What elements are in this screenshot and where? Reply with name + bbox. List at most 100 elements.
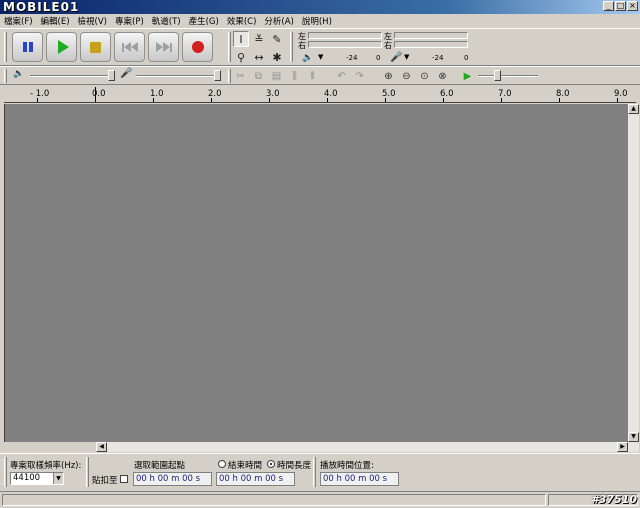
- pause-button[interactable]: [12, 32, 43, 62]
- zoom-out-icon[interactable]: ⊖: [398, 68, 415, 84]
- selection-end-time[interactable]: 00 h 00 m 00 s: [216, 472, 295, 486]
- scroll-up-button[interactable]: ▲: [628, 104, 639, 114]
- minimize-button[interactable]: _: [603, 1, 614, 11]
- menu-generate[interactable]: 產生(G): [189, 15, 219, 27]
- menu-effect[interactable]: 效果(C): [227, 15, 257, 27]
- timeline-ruler[interactable]: - 1.0 0.0 1.0 2.0 3.0 4.0 5.0 6.0 7.0 8.…: [4, 87, 636, 103]
- scroll-left-button[interactable]: ◀: [96, 442, 107, 452]
- menu-track[interactable]: 軌道(T): [152, 15, 181, 27]
- timeshift-tool-icon[interactable]: ↔: [251, 49, 267, 65]
- microphone-icon[interactable]: 🎤: [390, 52, 402, 63]
- meter-right-label: 右: [384, 41, 392, 50]
- stop-button[interactable]: [80, 32, 111, 62]
- menu-help[interactable]: 說明(H): [302, 15, 332, 27]
- horizontal-scrollbar[interactable]: ◀ ▶: [96, 442, 639, 452]
- playback-meter-right: [308, 41, 382, 48]
- menu-analyze[interactable]: 分析(A): [264, 15, 293, 27]
- playhead-marker: [95, 87, 96, 102]
- close-button[interactable]: ×: [627, 1, 638, 11]
- project-rate-select[interactable]: 44100 ▼: [10, 472, 64, 485]
- transport-toolbar: [12, 32, 213, 62]
- toolbar-grip[interactable]: [4, 69, 7, 83]
- play-button[interactable]: [46, 32, 77, 62]
- meter-right-label: 右: [298, 41, 306, 50]
- maximize-button[interactable]: □: [615, 1, 626, 11]
- watermark-id: #37510: [591, 493, 637, 506]
- skip-end-button[interactable]: [148, 32, 179, 62]
- toolbar-row-main: I ≚ ✎ ⚲ ↔ ✱ 左 右 左 右 🔈 ▼ -24 0 🎤 ▼ -24 0: [0, 28, 640, 66]
- snap-to-label: 貼扣至: [92, 476, 118, 486]
- zoom-tool-icon[interactable]: ⚲: [233, 49, 249, 65]
- play-position-time[interactable]: 00 h 00 m 00 s: [320, 472, 399, 486]
- scroll-down-button[interactable]: ▼: [628, 432, 639, 442]
- snap-to-checkbox[interactable]: [120, 475, 128, 483]
- toolbar-grip[interactable]: [228, 69, 231, 83]
- fit-project-icon[interactable]: ⊗: [434, 68, 451, 84]
- skip-end-icon: [155, 42, 172, 52]
- project-rate-label: 專案取樣頻率(Hz):: [10, 461, 82, 471]
- redo-icon[interactable]: ↷: [351, 68, 368, 84]
- play-at-speed-icon[interactable]: ▶: [459, 68, 476, 84]
- undo-icon[interactable]: ↶: [333, 68, 350, 84]
- toolbar-row-secondary: 🔈 🎤 ✂ ⧉ ▤ ⫼ ⫴ ↶ ↷ ⊕ ⊖ ⊙ ⊗ ▶: [0, 66, 640, 85]
- paste-icon[interactable]: ▤: [268, 68, 285, 84]
- menu-edit[interactable]: 編輯(E): [41, 15, 70, 27]
- zoom-in-icon[interactable]: ⊕: [380, 68, 397, 84]
- length-radio[interactable]: [267, 460, 275, 468]
- meter-scale-label: 0: [376, 54, 381, 62]
- draw-tool-icon[interactable]: ✎: [269, 31, 285, 47]
- meter-scale-label: -24: [432, 54, 444, 62]
- skip-start-icon: [121, 42, 138, 52]
- record-meter-right: [394, 41, 468, 48]
- record-button[interactable]: [182, 32, 213, 62]
- multi-tool-icon[interactable]: ✱: [269, 49, 285, 65]
- toolbar-grip[interactable]: [290, 32, 293, 62]
- record-volume-slider[interactable]: [136, 67, 222, 83]
- meter-toolbar: 左 右 左 右 🔈 ▼ -24 0 🎤 ▼ -24 0: [294, 31, 472, 65]
- menu-view[interactable]: 檢視(V): [78, 15, 107, 27]
- toolbar-grip[interactable]: [4, 457, 7, 487]
- selection-toolbar: 專案取樣頻率(Hz): 44100 ▼ 貼扣至 選取範圍起點 00 h 00 m…: [0, 453, 640, 491]
- trim-icon[interactable]: ⫼: [286, 68, 303, 84]
- silence-icon[interactable]: ⫴: [304, 68, 321, 84]
- toolbar-grip[interactable]: [4, 32, 7, 62]
- selection-start-label: 選取範圍起點: [134, 461, 186, 471]
- microphone-icon: 🎤: [120, 68, 133, 79]
- meter-scale-label: 0: [464, 54, 469, 62]
- tools-toolbar: I ≚ ✎ ⚲ ↔ ✱: [233, 31, 285, 65]
- toolbar-grip[interactable]: [228, 32, 231, 62]
- ruler-tick-label: - 1.0: [30, 89, 50, 99]
- pause-icon: [22, 42, 33, 52]
- speaker-icon: 🔈: [13, 69, 25, 79]
- stop-icon: [90, 41, 101, 53]
- toolbar-grip[interactable]: [86, 457, 89, 487]
- meter-scale-label: -24: [346, 54, 358, 62]
- length-label: 時間長度: [277, 461, 312, 471]
- selection-start-time[interactable]: 00 h 00 m 00 s: [133, 472, 212, 486]
- edit-toolbar: ✂ ⧉ ▤ ⫼ ⫴ ↶ ↷ ⊕ ⊖ ⊙ ⊗ ▶: [232, 68, 476, 84]
- status-text: [2, 494, 546, 506]
- toolbar-grip[interactable]: [313, 457, 316, 487]
- chevron-down-icon[interactable]: ▼: [318, 53, 323, 61]
- playback-meter-left: [308, 32, 382, 39]
- vertical-scrollbar[interactable]: ▲ ▼: [628, 104, 639, 442]
- window-controls: _ □ ×: [603, 1, 638, 11]
- copy-icon[interactable]: ⧉: [250, 68, 267, 84]
- menu-project[interactable]: 專案(P): [115, 15, 144, 27]
- end-time-radio[interactable]: [218, 460, 226, 468]
- menu-file[interactable]: 檔案(F): [4, 15, 33, 27]
- envelope-tool-icon[interactable]: ≚: [251, 31, 267, 47]
- cut-icon[interactable]: ✂: [232, 68, 249, 84]
- playback-volume-slider[interactable]: [30, 67, 116, 83]
- chevron-down-icon[interactable]: ▼: [404, 53, 409, 61]
- scroll-right-button[interactable]: ▶: [617, 442, 628, 452]
- speaker-icon[interactable]: 🔈: [302, 53, 313, 63]
- play-position-label: 播放時間位置:: [320, 461, 374, 471]
- play-speed-slider[interactable]: [478, 67, 540, 83]
- skip-start-button[interactable]: [114, 32, 145, 62]
- play-icon: [57, 40, 69, 54]
- chevron-down-icon: ▼: [53, 473, 63, 484]
- track-panel[interactable]: [4, 104, 628, 442]
- selection-tool-icon[interactable]: I: [233, 31, 249, 47]
- fit-selection-icon[interactable]: ⊙: [416, 68, 433, 84]
